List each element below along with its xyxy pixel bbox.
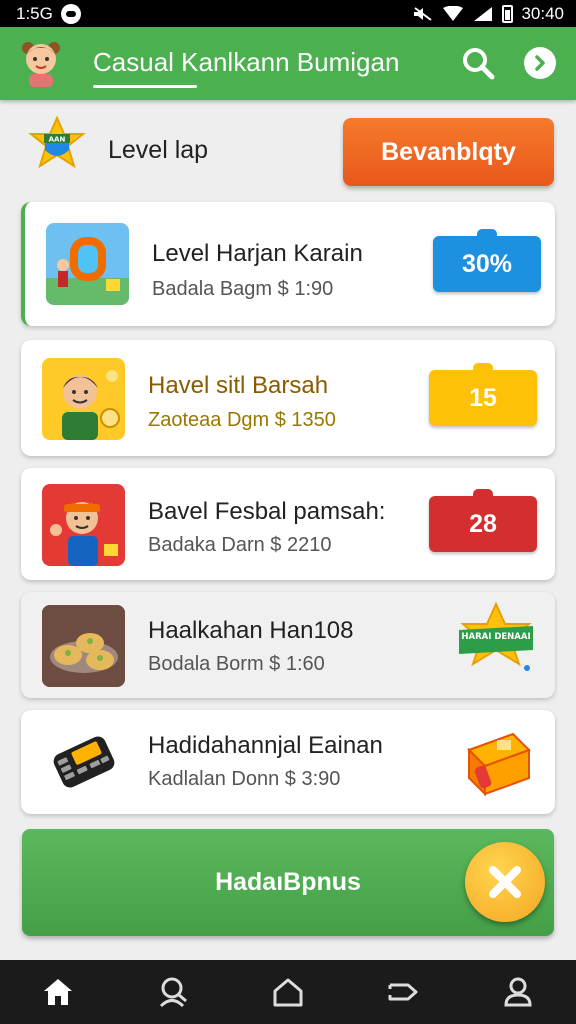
bottom-nav	[0, 960, 576, 1024]
treasure-box-icon	[467, 732, 531, 797]
item-title: Level Harjan Karain	[152, 240, 363, 267]
nav-home[interactable]	[38, 972, 78, 1012]
item-badge: 30%	[433, 229, 541, 292]
user-icon	[504, 977, 532, 1007]
chevron-right-icon	[535, 55, 545, 71]
close-button[interactable]	[465, 842, 545, 922]
nav-profile[interactable]	[498, 972, 538, 1012]
badge-star-text: HARAI DENAAI	[461, 632, 530, 642]
item-subtitle: Badala Bagm $ 1:90	[152, 278, 334, 300]
house-outline-icon	[273, 978, 303, 1007]
mute-icon	[414, 6, 433, 21]
level-action-button[interactable]: Bevanblqty	[343, 118, 554, 186]
status-clock: 30:40	[521, 3, 564, 23]
nav-share[interactable]	[383, 972, 423, 1012]
list-item[interactable]: Havel sitl Barsah Zaoteaa Dgm $ 1350 15	[21, 340, 555, 456]
phone-icon	[53, 736, 115, 788]
level-badge-text: AAN	[49, 136, 66, 144]
app-bar: Casual Kanlkann Bumigan	[0, 27, 576, 100]
level-label: Level lap	[108, 136, 209, 164]
wifi-icon	[443, 5, 464, 21]
list-item[interactable]: Level Harjan Karain Badala Bagm $ 1:90 3…	[21, 202, 555, 326]
list-item[interactable]: Hadidahannjal Eainan Kadlalan Donn $ 3:9…	[21, 710, 555, 814]
badge-star-icon: HARAI DENAAI	[459, 602, 533, 671]
item-badge: 28	[429, 489, 537, 552]
item-title: Havel sitl Barsah	[148, 372, 329, 399]
item-thumbnail	[42, 605, 125, 687]
status-bar: 1:5G 30:40	[0, 0, 576, 27]
item-title: Bavel Fesbal pamsah:	[148, 498, 386, 525]
app-title: Casual Kanlkann Bumigan	[93, 47, 400, 77]
item-subtitle: Badaka Darn $ 2210	[148, 534, 332, 556]
close-icon	[489, 866, 521, 898]
notification-icon	[60, 3, 81, 24]
next-button[interactable]	[524, 47, 556, 79]
title-underline	[93, 85, 197, 88]
level-star-icon: AAN	[28, 116, 86, 169]
status-time: 1:5G	[16, 3, 53, 23]
item-thumbnail	[42, 484, 125, 566]
item-subtitle: Kadlalan Donn $ 3:90	[148, 768, 341, 790]
home-icon	[43, 979, 72, 1005]
list-item[interactable]: Haalkahan Han108 Bodala Borm $ 1:60 HARA…	[21, 592, 555, 698]
item-badge: 15	[429, 363, 537, 426]
item-subtitle: Zaoteaa Dgm $ 1350	[148, 409, 336, 431]
item-thumbnail	[46, 223, 129, 305]
avatar-icon[interactable]	[20, 39, 62, 87]
item-title: Hadidahannjal Eainan	[148, 732, 383, 759]
item-title: Haalkahan Han108	[148, 617, 354, 644]
item-thumbnail	[42, 358, 125, 440]
battery-icon	[502, 4, 514, 23]
nav-search[interactable]	[153, 972, 193, 1012]
share-icon	[388, 983, 418, 1001]
list-item[interactable]: Bavel Fesbal pamsah: Badaka Darn $ 2210 …	[21, 468, 555, 580]
profile-search-icon	[159, 977, 187, 1008]
nav-house[interactable]	[268, 972, 308, 1012]
item-subtitle: Bodala Borm $ 1:60	[148, 653, 325, 675]
signal-icon	[474, 6, 493, 21]
search-icon[interactable]	[460, 45, 496, 81]
